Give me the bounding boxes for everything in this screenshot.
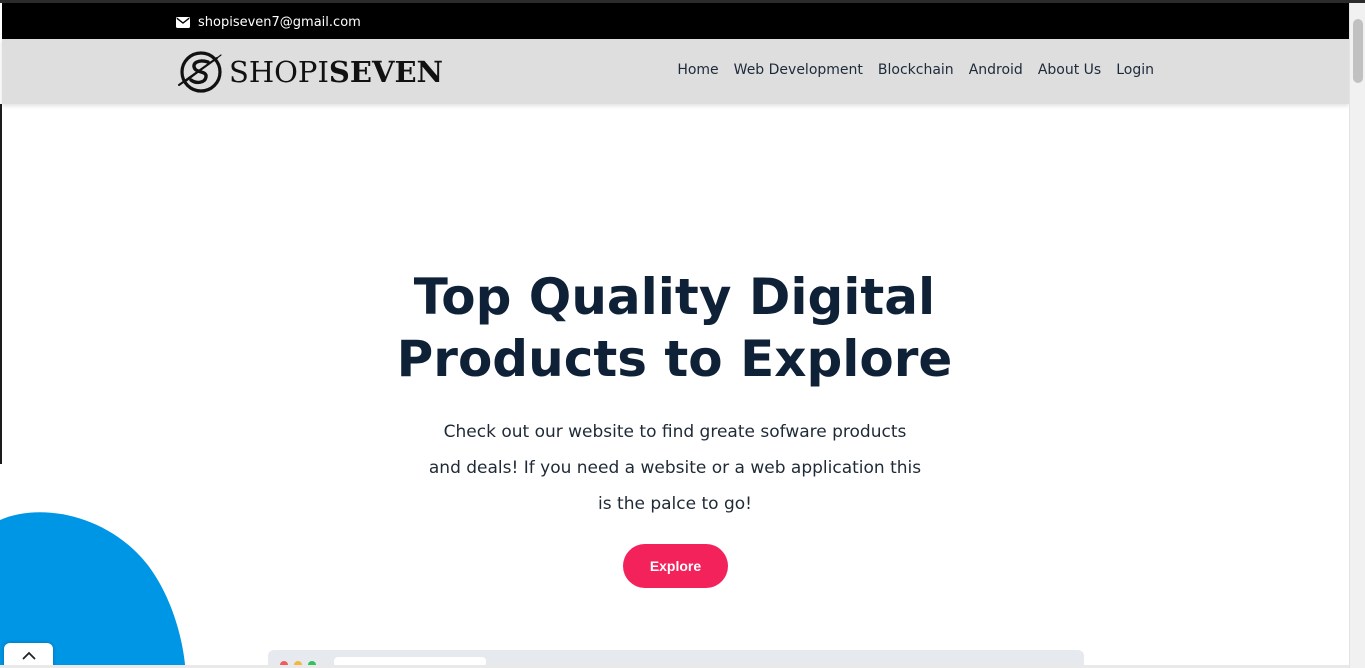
nav-link-android[interactable]: Android xyxy=(969,62,1023,78)
navbar: SHOPISEVEN Home Web Development Blockcha… xyxy=(2,39,1349,104)
main-nav: Home Web Development Blockchain Android … xyxy=(677,62,1154,78)
contact-email[interactable]: shopiseven7@gmail.com xyxy=(176,13,361,31)
nav-link-about-us[interactable]: About Us xyxy=(1038,62,1101,78)
nav-link-home[interactable]: Home xyxy=(677,62,718,78)
hero-title-line-2: Products to Explore xyxy=(396,330,953,388)
hero-title-line-1: Top Quality Digital xyxy=(413,268,936,326)
nav-link-web-development[interactable]: Web Development xyxy=(734,62,863,78)
logo-text-bold: SEVEN xyxy=(328,54,444,89)
logo-wordmark: SHOPISEVEN xyxy=(229,54,444,89)
nav-link-blockchain[interactable]: Blockchain xyxy=(878,62,954,78)
page: shopiseven7@gmail.com SHOPISEVEN Home We… xyxy=(0,0,1365,668)
contact-bar: shopiseven7@gmail.com xyxy=(2,3,1349,39)
site-logo[interactable]: SHOPISEVEN xyxy=(177,50,443,94)
envelope-icon xyxy=(176,16,190,28)
vertical-scrollbar[interactable] xyxy=(1349,3,1365,668)
hero-title: Top Quality Digital Products to Explore xyxy=(0,266,1349,390)
logo-mark-icon xyxy=(178,51,222,93)
nav-link-login[interactable]: Login xyxy=(1116,62,1154,78)
scrollbar-thumb[interactable] xyxy=(1353,19,1363,83)
hero-description: Check out our website to find greate sof… xyxy=(428,422,922,514)
chevron-up-icon xyxy=(22,651,35,660)
explore-button[interactable]: Explore xyxy=(623,544,728,588)
logo-text-light: SHOPI xyxy=(229,54,329,89)
contact-email-text[interactable]: shopiseven7@gmail.com xyxy=(198,15,361,30)
hero-section: Top Quality Digital Products to Explore … xyxy=(0,104,1349,668)
